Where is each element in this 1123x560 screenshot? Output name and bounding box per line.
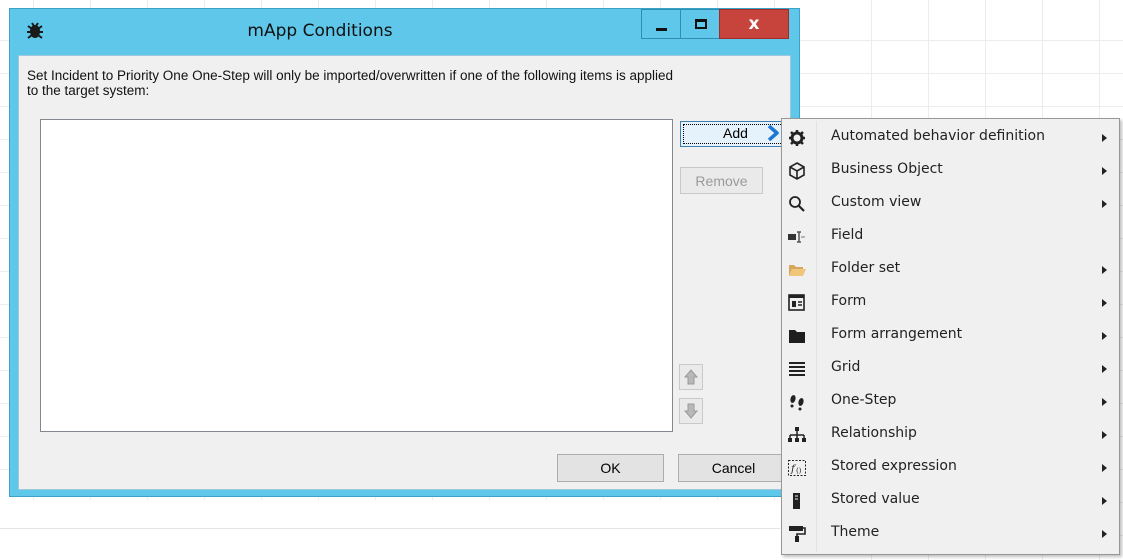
maximize-button[interactable] xyxy=(680,9,720,39)
close-button[interactable]: x xyxy=(719,9,789,39)
menu-item-relationship[interactable]: Relationship xyxy=(784,419,1117,451)
svg-text:(): () xyxy=(796,467,802,475)
submenu-arrow-icon xyxy=(1102,398,1107,406)
menu-item-business-object[interactable]: Business Object xyxy=(784,155,1117,187)
submenu-arrow-icon xyxy=(1102,134,1107,142)
menu-item-label: Field xyxy=(831,227,864,243)
menu-item-folder-set[interactable]: Folder set xyxy=(784,254,1117,286)
menu-item-label: Business Object xyxy=(831,161,943,177)
window-title: mApp Conditions xyxy=(247,21,393,41)
title-bar[interactable]: mApp Conditions x xyxy=(10,9,799,55)
menu-item-label: Form xyxy=(831,293,867,309)
submenu-arrow-icon xyxy=(1102,497,1107,505)
add-button-label: Add xyxy=(723,125,748,141)
menu-item-label: Form arrangement xyxy=(831,326,963,342)
cancel-button[interactable]: Cancel xyxy=(678,454,789,482)
paint-roller-icon xyxy=(789,526,806,542)
grid-icon xyxy=(789,362,805,376)
menu-item-label: Theme xyxy=(831,524,880,540)
conditions-list[interactable] xyxy=(40,119,673,432)
folder-icon xyxy=(789,330,805,343)
storage-icon xyxy=(793,493,800,509)
menu-item-custom-view[interactable]: Custom view xyxy=(784,188,1117,220)
condition-description: Set Incident to Priority One One-Step wi… xyxy=(27,68,674,98)
submenu-arrow-icon xyxy=(1102,299,1107,307)
add-button[interactable]: Add xyxy=(680,121,788,147)
function-icon: f () xyxy=(788,460,806,476)
submenu-arrow-icon xyxy=(1102,530,1107,538)
menu-item-one-step[interactable]: One-Step xyxy=(784,386,1117,418)
footsteps-icon xyxy=(790,395,804,411)
dialog-body: Set Incident to Priority One One-Step wi… xyxy=(18,55,791,490)
menu-item-label: Stored value xyxy=(831,491,920,507)
maximize-icon xyxy=(695,19,707,29)
remove-button[interactable]: Remove xyxy=(680,167,763,194)
add-context-menu: Automated behavior definition Business O… xyxy=(781,118,1120,555)
arrow-down-icon xyxy=(683,403,699,419)
folder-open-icon xyxy=(789,265,806,276)
menu-item-grid[interactable]: Grid xyxy=(784,353,1117,385)
arrow-up-icon xyxy=(683,369,699,385)
submenu-arrow-icon xyxy=(1102,167,1107,175)
hierarchy-icon xyxy=(788,427,806,442)
submenu-arrow-icon xyxy=(1102,365,1107,373)
menu-item-automated-behavior-definition[interactable]: Automated behavior definition xyxy=(784,122,1117,154)
menu-item-stored-value[interactable]: Stored value xyxy=(784,485,1117,517)
move-up-button[interactable] xyxy=(679,364,703,390)
menu-item-label: Folder set xyxy=(831,260,901,276)
magnifier-icon xyxy=(789,196,805,212)
menu-item-label: Custom view xyxy=(831,194,922,210)
submenu-arrow-icon xyxy=(1102,266,1107,274)
cube-icon xyxy=(789,162,805,180)
menu-item-label: Stored expression xyxy=(831,458,957,474)
move-down-button[interactable] xyxy=(679,398,703,424)
minimize-icon xyxy=(656,28,667,31)
field-icon xyxy=(788,231,805,243)
background-area xyxy=(0,500,800,560)
submenu-arrow-icon xyxy=(1102,431,1107,439)
menu-item-label: One-Step xyxy=(831,392,897,408)
gear-icon xyxy=(789,130,805,146)
submenu-arrow-icon xyxy=(1102,332,1107,340)
menu-item-field[interactable]: Field xyxy=(784,221,1117,253)
menu-item-label: Relationship xyxy=(831,425,917,441)
chevron-right-icon xyxy=(767,125,779,141)
menu-item-stored-expression[interactable]: f () Stored expression xyxy=(784,452,1117,484)
dialog-window: mApp Conditions x Set Incident to Priori… xyxy=(9,8,800,497)
menu-item-label: Automated behavior definition xyxy=(831,128,1045,144)
submenu-arrow-icon xyxy=(1102,200,1107,208)
menu-item-form-arrangement[interactable]: Form arrangement xyxy=(784,320,1117,352)
minimize-button[interactable] xyxy=(641,9,681,39)
menu-item-theme[interactable]: Theme xyxy=(784,518,1117,550)
form-icon xyxy=(788,294,805,311)
background-divider xyxy=(0,528,780,529)
menu-item-form[interactable]: Form xyxy=(784,287,1117,319)
ok-button[interactable]: OK xyxy=(557,454,664,482)
close-icon: x xyxy=(748,14,760,34)
menu-item-label: Grid xyxy=(831,359,861,375)
submenu-arrow-icon xyxy=(1102,464,1107,472)
